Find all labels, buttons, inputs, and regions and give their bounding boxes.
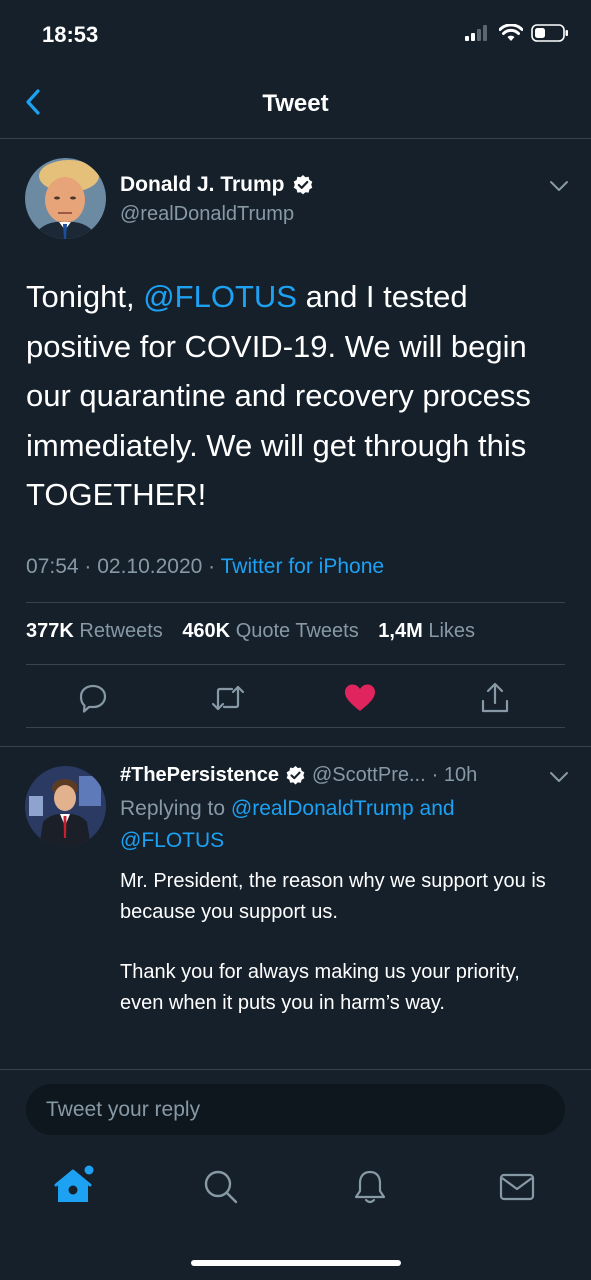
avatar-image <box>25 158 106 239</box>
reply-options-button[interactable] <box>547 767 571 787</box>
page-title: Tweet <box>262 90 329 117</box>
avatar-image <box>25 766 106 847</box>
section-divider <box>0 746 591 747</box>
like-button[interactable] <box>340 678 380 718</box>
retweets-label: Retweets <box>79 620 163 642</box>
messages-envelope-icon <box>499 1173 535 1201</box>
quote-tweets-label: Quote Tweets <box>235 620 359 642</box>
chevron-down-icon <box>550 772 568 782</box>
tweet-time: 07:54 <box>26 555 79 578</box>
tweet-source-link[interactable]: Twitter for iPhone <box>221 555 384 578</box>
reply-author-name[interactable]: #ThePersistence <box>120 764 279 787</box>
likes-label: Likes <box>428 620 476 642</box>
reply-paragraph-1: Mr. President, the reason why we support… <box>120 870 546 923</box>
tab-notifications[interactable] <box>348 1165 392 1209</box>
meta-separator: · <box>78 555 98 578</box>
share-icon <box>481 682 509 713</box>
navigation-header: Tweet <box>0 68 591 139</box>
engagement-stats: 377K Retweets 460K Quote Tweets 1,4M Lik… <box>26 620 489 643</box>
retweets-stat[interactable]: 377K Retweets <box>26 620 177 642</box>
search-icon <box>204 1170 238 1204</box>
home-indicator <box>191 1260 401 1266</box>
likes-stat[interactable]: 1,4M Likes <box>378 620 489 642</box>
notifications-bell-icon <box>354 1170 386 1204</box>
retweets-count: 377K <box>26 620 74 642</box>
retweet-button[interactable] <box>208 678 248 718</box>
author-avatar[interactable] <box>25 158 106 239</box>
divider <box>0 1069 591 1070</box>
tab-messages[interactable] <box>495 1165 539 1209</box>
cellular-signal-icon <box>465 25 487 41</box>
reply-author-handle[interactable]: @ScottPre... <box>312 764 426 787</box>
reply-button[interactable] <box>73 678 113 718</box>
tab-search[interactable] <box>199 1165 243 1209</box>
author-name[interactable]: Donald J. Trump <box>120 173 285 197</box>
likes-count: 1,4M <box>378 620 423 642</box>
meta-separator-2: · <box>202 555 221 578</box>
divider <box>26 602 565 603</box>
reply-icon <box>79 684 107 713</box>
reply-header: #ThePersistence @ScottPre... · 10h <box>120 764 477 787</box>
tweet-reply-input[interactable] <box>26 1084 565 1135</box>
tweet-date: 02.10.2020 <box>97 555 203 578</box>
home-icon <box>54 1165 94 1202</box>
author-handle[interactable]: @realDonaldTrump <box>120 203 294 226</box>
reply-compose-box[interactable] <box>26 1084 565 1135</box>
reply-paragraph-2: Thank you for always making us your prio… <box>120 961 520 1014</box>
quote-tweets-stat[interactable]: 460K Quote Tweets <box>182 620 372 642</box>
tweet-options-button[interactable] <box>547 176 571 196</box>
status-bar-time: 18:53 <box>42 22 99 47</box>
quote-tweets-count: 460K <box>182 620 231 642</box>
verified-badge-icon <box>286 765 305 785</box>
replying-to-line: Replying to @realDonaldTrump and @FLOTUS <box>120 793 540 857</box>
divider <box>26 664 565 665</box>
replying-to-prefix: Replying to <box>120 797 231 820</box>
divider <box>26 727 565 728</box>
reply-author-avatar[interactable] <box>25 766 106 847</box>
tweet-meta: 07:54 · 02.10.2020 · Twitter for iPhone <box>26 555 384 579</box>
status-bar-icons <box>465 24 569 42</box>
flotus-mention-link[interactable]: @FLOTUS <box>143 279 297 314</box>
retweet-icon <box>211 685 245 711</box>
chevron-down-icon <box>550 181 568 191</box>
verified-badge-icon <box>293 175 312 195</box>
tweet-text-before: Tonight, <box>26 279 144 314</box>
battery-icon <box>531 24 568 42</box>
share-button[interactable] <box>475 678 515 718</box>
like-heart-icon <box>345 684 375 711</box>
tweet-body: Tonight, @FLOTUS and I tested positive f… <box>26 272 571 520</box>
tab-home[interactable] <box>53 1164 97 1208</box>
author-name-row[interactable]: Donald J. Trump <box>120 173 314 197</box>
reply-age: · 10h <box>431 764 478 786</box>
wifi-icon <box>499 24 523 41</box>
